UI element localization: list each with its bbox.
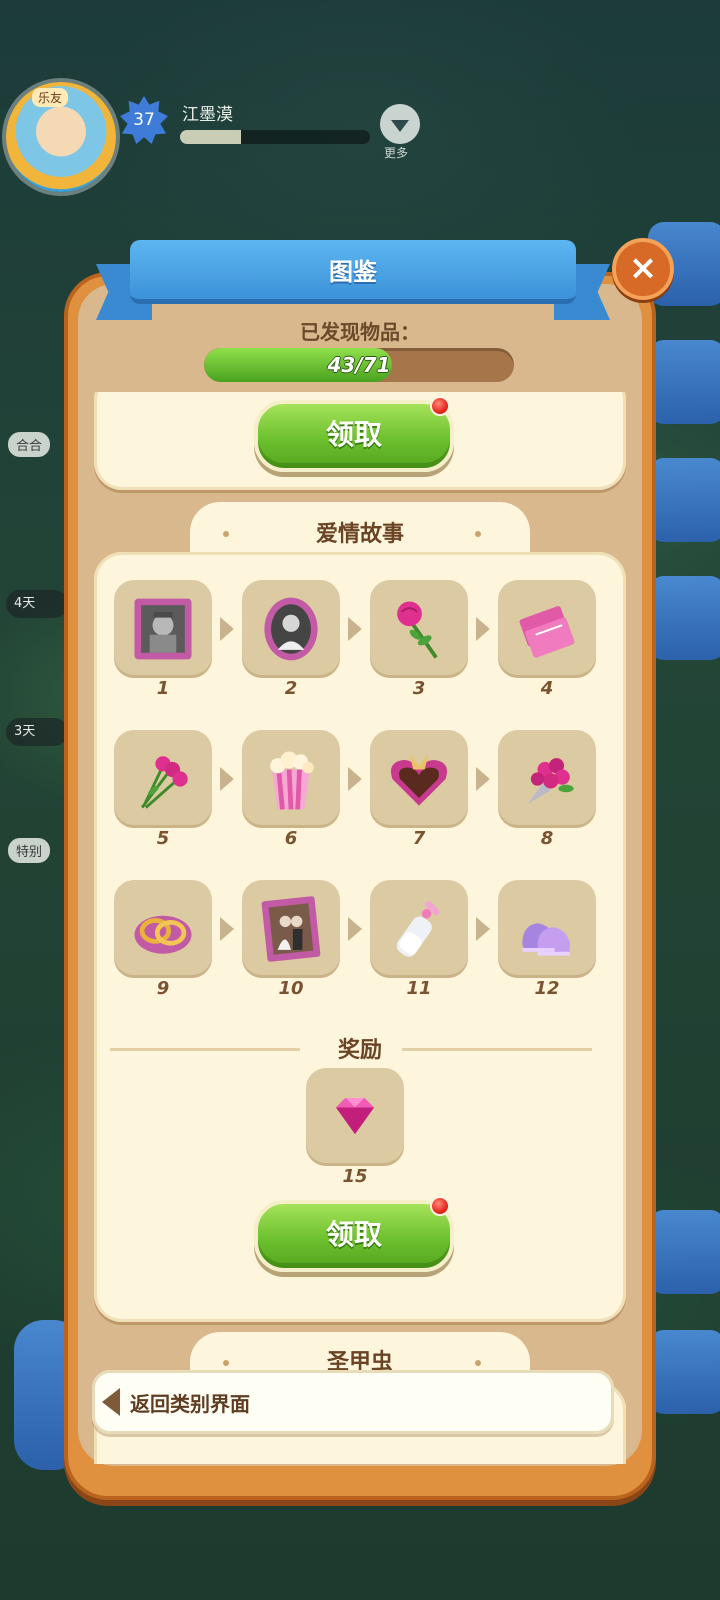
- collection-item-number: 3: [412, 678, 426, 699]
- soldier-portrait-icon: [134, 598, 192, 660]
- reward-slot[interactable]: [306, 1068, 404, 1166]
- wedding-rings-icon: [134, 915, 192, 954]
- collection-item-number: 10: [278, 978, 304, 999]
- side-button-menu[interactable]: [648, 1330, 720, 1414]
- collection-item-slot[interactable]: [498, 580, 596, 678]
- rose-icon: [397, 601, 438, 659]
- dialog-title: 图鉴: [329, 258, 377, 286]
- collection-item-slot[interactable]: [370, 730, 468, 828]
- xp-bar-fill: [180, 130, 241, 144]
- side-button-profile[interactable]: [648, 458, 720, 542]
- heart-chocolate-box-icon: [390, 754, 448, 806]
- collection-title: 爱情故事: [315, 522, 404, 547]
- chevron-right-icon: [220, 617, 234, 641]
- baby-shoes-icon: [522, 923, 570, 956]
- collection-item-slot[interactable]: [242, 580, 340, 678]
- baby-bottle-icon: [396, 900, 440, 957]
- collection-item-number: 11: [406, 978, 432, 999]
- collection-scroll-area[interactable]: 领取 爱情故事 1 2 3 4 5 6 7 8 9 10 11 12 奖励 15 领取 圣甲虫: [92, 392, 628, 1464]
- wedding-photo-icon: [261, 896, 321, 962]
- collection-item-number: 7: [412, 828, 426, 849]
- collection-item-number: 12: [534, 978, 560, 999]
- more-label: 更多: [384, 146, 409, 160]
- side-button-4[interactable]: [648, 576, 720, 660]
- back-label: 返回类别界面: [130, 1391, 250, 1416]
- chevron-right-icon: [348, 917, 362, 941]
- collection-item-number: 2: [284, 678, 298, 699]
- collection-item-slot[interactable]: [114, 730, 212, 828]
- popcorn-icon: [270, 751, 314, 810]
- notification-dot: [430, 1196, 450, 1216]
- collection-item-slot[interactable]: [242, 730, 340, 828]
- player-avatar[interactable]: 乐友: [6, 82, 116, 192]
- chevron-right-icon: [348, 617, 362, 641]
- left-timer-2: 3天: [6, 718, 68, 746]
- back-to-categories-button[interactable]: 返回类别界面: [92, 1370, 614, 1434]
- collection-item-slot[interactable]: [498, 880, 596, 978]
- collection-item-slot[interactable]: [370, 880, 468, 978]
- collection-item-slot[interactable]: [114, 580, 212, 678]
- collection-item-slot[interactable]: [370, 580, 468, 678]
- ribbon-band: 图鉴: [130, 240, 576, 304]
- chevron-right-icon: [220, 917, 234, 941]
- collection-item-slot[interactable]: [498, 730, 596, 828]
- collection-item-number: 1: [156, 678, 170, 699]
- left-chip-2[interactable]: 特别: [8, 838, 51, 863]
- collection-item-number: 8: [540, 828, 554, 849]
- chevron-right-icon: [348, 767, 362, 791]
- side-button-notes[interactable]: [648, 1210, 720, 1294]
- collection-item-slot[interactable]: [242, 880, 340, 978]
- reward-label: 奖励: [337, 1038, 382, 1063]
- chevron-right-icon: [220, 767, 234, 791]
- collection-item-slot[interactable]: [114, 880, 212, 978]
- oval-bride-portrait-icon: [264, 597, 318, 661]
- discovery-progress-text: 43/71: [327, 353, 391, 377]
- left-timer-1: 4天: [6, 590, 68, 618]
- claim-button[interactable]: 领取: [254, 1200, 454, 1272]
- collection-item-number: 4: [540, 678, 554, 699]
- avatar-tag: 乐友: [32, 88, 69, 107]
- collection-item-number: 9: [156, 978, 170, 999]
- chevron-right-icon: [476, 917, 490, 941]
- close-button[interactable]: ×: [612, 238, 674, 300]
- cinema-tickets-icon: [519, 606, 575, 658]
- collection-item-number: 6: [284, 828, 298, 849]
- side-button-2[interactable]: [648, 340, 720, 424]
- claim-button-top[interactable]: 领取: [254, 400, 454, 472]
- rose-bunch-icon: [140, 756, 188, 809]
- player-name: 江墨漠: [182, 105, 233, 125]
- gem-icon: [336, 1098, 374, 1135]
- more-button[interactable]: [380, 104, 420, 144]
- back-arrow-icon: [102, 1388, 120, 1416]
- left-chip-1[interactable]: 合合: [8, 432, 51, 457]
- title-ribbon: 图鉴: [96, 240, 610, 322]
- xp-bar: [180, 130, 370, 144]
- notification-dot-top: [430, 396, 450, 416]
- collection-item-number: 5: [156, 828, 170, 849]
- chevron-right-icon: [476, 617, 490, 641]
- reward-amount: 15: [342, 1166, 368, 1187]
- flower-bouquet-icon: [528, 758, 574, 804]
- discovery-progress-bar: 43/71: [204, 348, 514, 382]
- chevron-right-icon: [476, 767, 490, 791]
